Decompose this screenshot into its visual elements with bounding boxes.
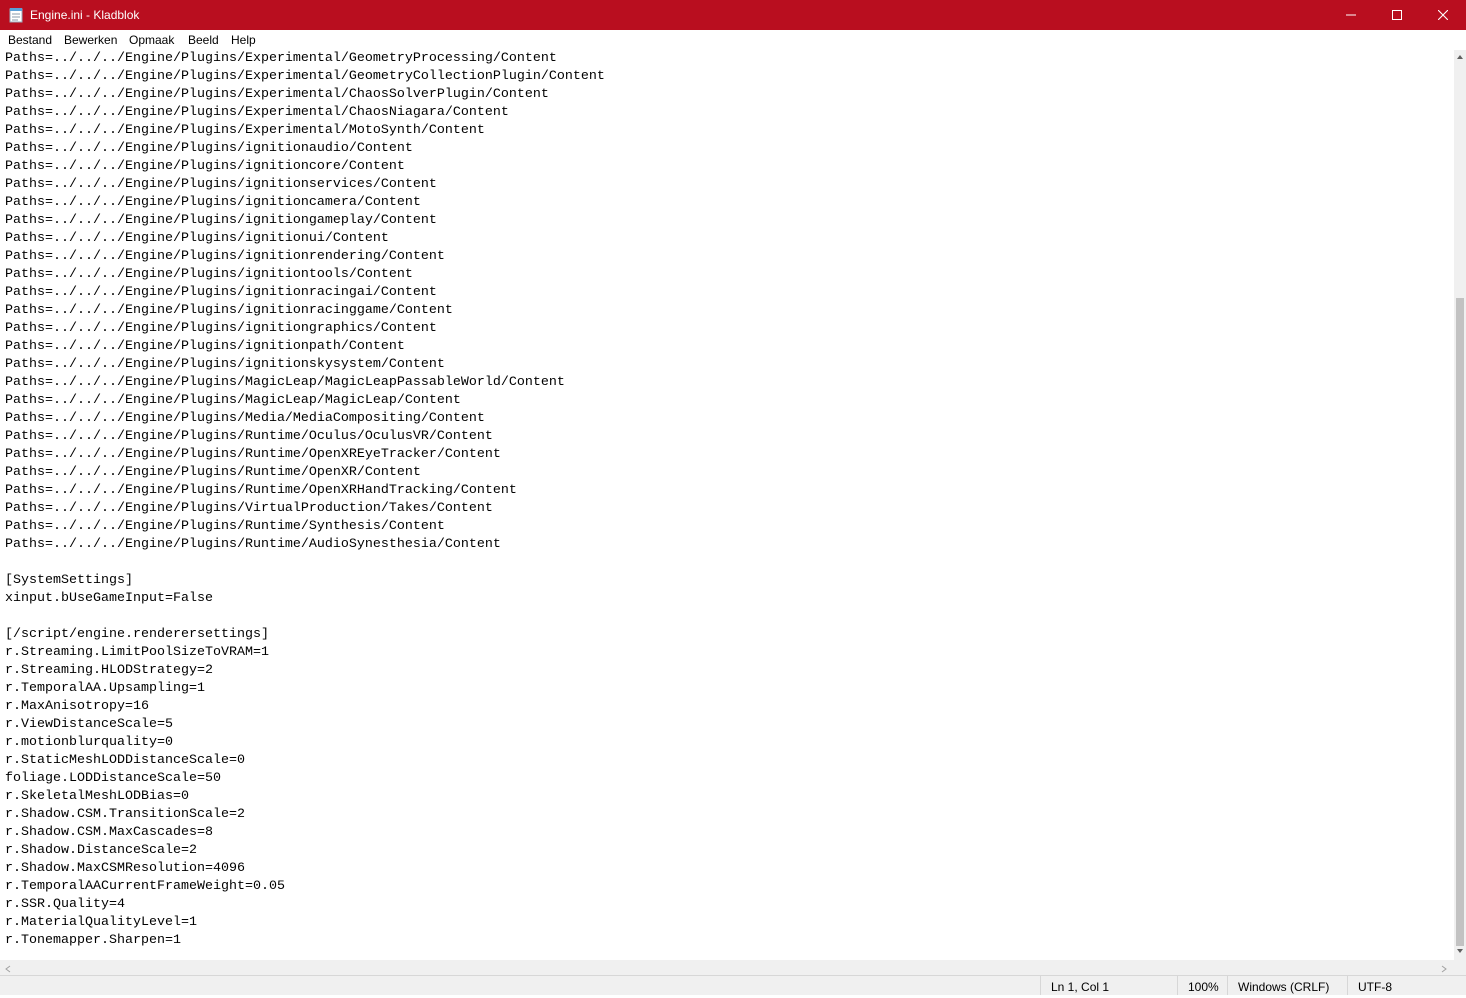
text-line[interactable]: r.Shadow.DistanceScale=2 (5, 842, 1454, 860)
scroll-up-icon[interactable] (1454, 50, 1466, 62)
text-line[interactable]: Paths=../../../Engine/Plugins/Runtime/Op… (5, 446, 1454, 464)
text-line[interactable]: Paths=../../../Engine/Plugins/ignitionra… (5, 302, 1454, 320)
scroll-right-icon[interactable] (1438, 962, 1450, 974)
text-line[interactable]: r.StaticMeshLODDistanceScale=0 (5, 752, 1454, 770)
text-editor[interactable]: Paths=../../../Engine/Plugins/Experiment… (0, 50, 1454, 960)
text-line[interactable] (5, 608, 1454, 626)
scroll-down-icon[interactable] (1454, 944, 1466, 956)
text-line[interactable]: Paths=../../../Engine/Plugins/ignitionco… (5, 158, 1454, 176)
text-line[interactable]: r.SSR.Quality=4 (5, 896, 1454, 914)
scroll-left-icon[interactable] (2, 962, 14, 974)
text-line[interactable]: r.TemporalAA.Upsampling=1 (5, 680, 1454, 698)
status-position: Ln 1, Col 1 (1040, 976, 1175, 995)
menu-bewerken[interactable]: Bewerken (64, 32, 117, 48)
text-line[interactable]: Paths=../../../Engine/Plugins/ignitionau… (5, 140, 1454, 158)
scrollbar-corner (1454, 960, 1466, 975)
text-content[interactable]: Paths=../../../Engine/Plugins/Experiment… (0, 50, 1454, 950)
text-line[interactable]: Paths=../../../Engine/Plugins/ignitiongr… (5, 320, 1454, 338)
text-line[interactable]: [SystemSettings] (5, 572, 1454, 590)
window-title: Engine.ini - Kladblok (30, 8, 140, 22)
text-line[interactable]: Paths=../../../Engine/Plugins/Runtime/Op… (5, 482, 1454, 500)
status-line-endings: Windows (CRLF) (1227, 976, 1347, 995)
menu-beeld[interactable]: Beeld (188, 32, 219, 48)
status-zoom: 100% (1177, 976, 1227, 995)
text-line[interactable]: Paths=../../../Engine/Plugins/Experiment… (5, 68, 1454, 86)
text-line[interactable]: Paths=../../../Engine/Plugins/ignitionsk… (5, 356, 1454, 374)
menu-bar: Bestand Bewerken Opmaak Beeld Help (0, 30, 1466, 50)
text-line[interactable]: Paths=../../../Engine/Plugins/Runtime/Sy… (5, 518, 1454, 536)
text-line[interactable]: Paths=../../../Engine/Plugins/ignitionto… (5, 266, 1454, 284)
text-line[interactable]: Paths=../../../Engine/Plugins/ignitionpa… (5, 338, 1454, 356)
maximize-button[interactable] (1374, 0, 1420, 30)
menu-opmaak[interactable]: Opmaak (129, 32, 174, 48)
maximize-icon (1392, 10, 1402, 20)
text-line[interactable]: Paths=../../../Engine/Plugins/ignitionui… (5, 230, 1454, 248)
text-line[interactable]: r.Streaming.LimitPoolSizeToVRAM=1 (5, 644, 1454, 662)
close-button[interactable] (1420, 0, 1466, 30)
text-line[interactable]: Paths=../../../Engine/Plugins/ignitionga… (5, 212, 1454, 230)
text-line[interactable]: r.Streaming.HLODStrategy=2 (5, 662, 1454, 680)
text-line[interactable]: r.ViewDistanceScale=5 (5, 716, 1454, 734)
menu-bestand[interactable]: Bestand (8, 32, 52, 48)
status-encoding: UTF-8 (1347, 976, 1466, 995)
text-line[interactable]: Paths=../../../Engine/Plugins/ignitionse… (5, 176, 1454, 194)
vertical-scrollbar[interactable] (1454, 50, 1466, 960)
text-line[interactable]: r.SkeletalMeshLODBias=0 (5, 788, 1454, 806)
status-bar: Ln 1, Col 1 100% Windows (CRLF) UTF-8 (0, 975, 1466, 995)
horizontal-scrollbar[interactable] (0, 960, 1454, 975)
text-line[interactable] (5, 554, 1454, 572)
text-line[interactable]: Paths=../../../Engine/Plugins/ignitionca… (5, 194, 1454, 212)
text-line[interactable]: Paths=../../../Engine/Plugins/VirtualPro… (5, 500, 1454, 518)
text-line[interactable]: r.Tonemapper.Sharpen=1 (5, 932, 1454, 950)
title-bar[interactable]: Engine.ini - Kladblok (0, 0, 1466, 30)
text-line[interactable]: Paths=../../../Engine/Plugins/ignitionre… (5, 248, 1454, 266)
text-line[interactable]: Paths=../../../Engine/Plugins/MagicLeap/… (5, 392, 1454, 410)
text-line[interactable]: Paths=../../../Engine/Plugins/MagicLeap/… (5, 374, 1454, 392)
text-line[interactable]: r.MaterialQualityLevel=1 (5, 914, 1454, 932)
text-line[interactable]: Paths=../../../Engine/Plugins/Media/Medi… (5, 410, 1454, 428)
notepad-icon (9, 7, 23, 23)
minimize-icon (1346, 14, 1356, 16)
text-line[interactable]: Paths=../../../Engine/Plugins/Runtime/Au… (5, 536, 1454, 554)
vertical-scroll-thumb[interactable] (1456, 298, 1464, 946)
text-line[interactable]: r.Shadow.CSM.TransitionScale=2 (5, 806, 1454, 824)
text-line[interactable]: r.Shadow.CSM.MaxCascades=8 (5, 824, 1454, 842)
text-line[interactable]: foliage.LODDistanceScale=50 (5, 770, 1454, 788)
text-line[interactable]: Paths=../../../Engine/Plugins/Runtime/Op… (5, 464, 1454, 482)
text-line[interactable]: r.MaxAnisotropy=16 (5, 698, 1454, 716)
text-line[interactable]: Paths=../../../Engine/Plugins/Experiment… (5, 50, 1454, 68)
text-line[interactable]: Paths=../../../Engine/Plugins/ignitionra… (5, 284, 1454, 302)
text-line[interactable]: Paths=../../../Engine/Plugins/Runtime/Oc… (5, 428, 1454, 446)
text-line[interactable]: Paths=../../../Engine/Plugins/Experiment… (5, 104, 1454, 122)
text-line[interactable]: xinput.bUseGameInput=False (5, 590, 1454, 608)
close-icon (1438, 10, 1448, 20)
text-line[interactable]: Paths=../../../Engine/Plugins/Experiment… (5, 86, 1454, 104)
text-line[interactable]: r.motionblurquality=0 (5, 734, 1454, 752)
text-line[interactable]: r.Shadow.MaxCSMResolution=4096 (5, 860, 1454, 878)
text-line[interactable]: r.TemporalAACurrentFrameWeight=0.05 (5, 878, 1454, 896)
minimize-button[interactable] (1328, 0, 1374, 30)
text-line[interactable]: Paths=../../../Engine/Plugins/Experiment… (5, 122, 1454, 140)
menu-help[interactable]: Help (231, 32, 256, 48)
text-line[interactable]: [/script/engine.renderersettings] (5, 626, 1454, 644)
